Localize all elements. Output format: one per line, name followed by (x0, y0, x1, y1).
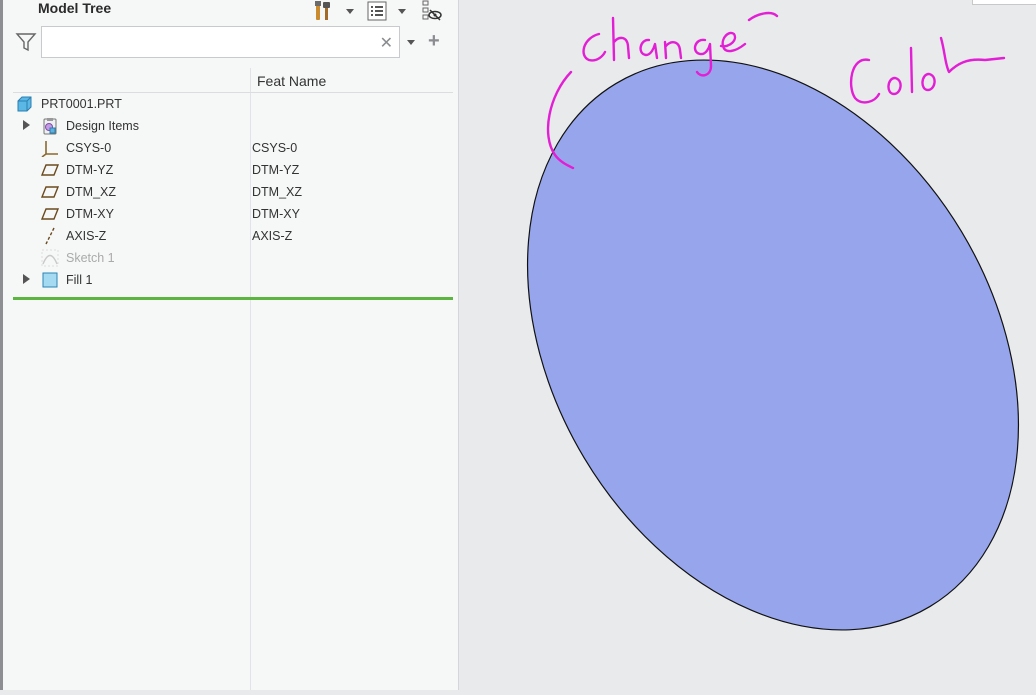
tree-root-label: PRT0001.PRT (41, 97, 122, 111)
sketch-icon (41, 249, 59, 267)
hide-icon (422, 0, 442, 21)
feat-name-cell: DTM-XY (252, 207, 300, 221)
tree-item-label: Design Items (66, 119, 139, 133)
viewport-canvas (459, 0, 1036, 690)
tree-item-dtm-xy[interactable]: DTM-XY DTM-XY (3, 203, 453, 225)
tree-item-axis-z[interactable]: AXIS-Z AXIS-Z (3, 225, 453, 247)
list-settings-icon (367, 1, 387, 21)
search-options-dropdown[interactable] (407, 40, 415, 45)
tree-item-fill[interactable]: Fill 1 (3, 269, 453, 291)
tree-item-label: AXIS-Z (66, 229, 107, 243)
tree-item-design-items[interactable]: Design Items (3, 115, 453, 137)
insert-indicator[interactable] (13, 297, 453, 300)
tree-item-sketch[interactable]: Sketch 1 (3, 247, 453, 269)
datum-axis-icon (45, 227, 55, 245)
column-header-feat-name[interactable]: Feat Name (257, 73, 326, 89)
show-hidden-button[interactable] (420, 0, 442, 22)
panel-title: Model Tree (38, 0, 112, 16)
tree-item-label: DTM-YZ (66, 163, 114, 177)
datum-plane-icon (41, 208, 59, 220)
datum-plane-icon (41, 164, 59, 176)
datum-plane-icon (41, 186, 59, 198)
filter-icon[interactable] (15, 31, 37, 53)
tools-dropdown[interactable] (346, 0, 354, 22)
feat-name-cell: AXIS-Z (252, 229, 293, 243)
feat-name-cell: CSYS-0 (252, 141, 298, 155)
tree-item-label: CSYS-0 (66, 141, 112, 155)
search-input[interactable] (42, 27, 384, 57)
tree-item-csys[interactable]: CSYS-0 CSYS-0 (3, 137, 453, 159)
annotation-word-color (849, 36, 1006, 104)
chevron-down-icon (398, 8, 406, 14)
settings-dropdown[interactable] (398, 0, 406, 22)
chevron-down-icon (346, 8, 354, 14)
coordinate-system-icon (41, 141, 58, 157)
clear-icon[interactable]: ✕ (380, 33, 393, 53)
tree-item-label: DTM_XZ (66, 185, 116, 199)
feat-name-cell: DTM_XZ (252, 185, 302, 199)
part-icon (17, 96, 32, 112)
add-icon[interactable]: + (428, 30, 440, 53)
expand-arrow-icon[interactable] (23, 120, 30, 130)
fill-icon (42, 272, 58, 288)
viewport-corner-tab (972, 0, 1036, 5)
model-tree-panel: Model Tree ✕ + Feat Name PRT0001.PRT Des… (3, 0, 459, 690)
tree-item-label: Fill 1 (66, 273, 93, 287)
design-items-icon (43, 118, 57, 135)
tools-button[interactable] (312, 0, 334, 22)
tree-item-label: Sketch 1 (66, 251, 115, 265)
expand-arrow-icon[interactable] (23, 274, 30, 284)
tree-item-dtm-xz[interactable]: DTM_XZ DTM_XZ (3, 181, 453, 203)
tree-root-row[interactable]: PRT0001.PRT (3, 93, 453, 115)
filled-ellipse[interactable] (459, 0, 1036, 690)
tree-item-dtm-yz[interactable]: DTM-YZ DTM-YZ (3, 159, 453, 181)
graphics-viewport[interactable] (459, 0, 1036, 690)
tools-icon (315, 1, 330, 20)
tree-settings-button[interactable] (366, 0, 388, 22)
tree-item-label: DTM-XY (66, 207, 114, 221)
search-field[interactable]: ✕ (41, 26, 400, 58)
feat-name-cell: DTM-YZ (252, 163, 300, 177)
